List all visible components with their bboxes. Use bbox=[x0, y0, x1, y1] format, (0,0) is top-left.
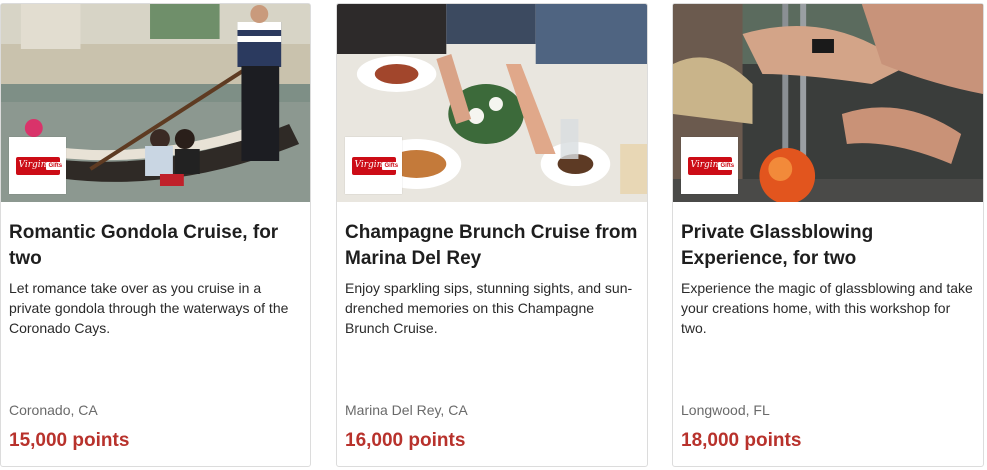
card-location: Longwood, FL bbox=[681, 402, 770, 418]
card-description: Let romance take over as you cruise in a… bbox=[9, 280, 289, 336]
experience-grid: Virgin Gifts Romantic Gondola Cruise, fo… bbox=[0, 0, 987, 470]
card-description: Experience the magic of glassblowing and… bbox=[681, 280, 973, 336]
card-title[interactable]: Romantic Gondola Cruise, for two bbox=[9, 220, 302, 272]
card-points: 15,000 points bbox=[9, 430, 130, 451]
card-points: 18,000 points bbox=[681, 430, 802, 451]
card-location: Coronado, CA bbox=[9, 402, 98, 418]
glassblowing-photo[interactable]: Virgin Gifts bbox=[673, 4, 983, 202]
card-points: 16,000 points bbox=[345, 430, 466, 451]
virgin-gifts-logo: Virgin Gifts bbox=[345, 137, 402, 194]
card-location: Marina Del Rey, CA bbox=[345, 402, 468, 418]
brunch-photo[interactable]: Virgin Gifts bbox=[337, 4, 647, 202]
card-description: Enjoy sparkling sips, stunning sights, a… bbox=[345, 280, 633, 336]
gondola-photo[interactable]: Virgin Gifts bbox=[1, 4, 310, 202]
card-title[interactable]: Private Glassblowing Experience, for two bbox=[681, 220, 975, 272]
experience-card-brunch[interactable]: Virgin Gifts Champagne Brunch Cruise fro… bbox=[336, 3, 648, 467]
experience-card-glassblowing[interactable]: Virgin Gifts Private Glassblowing Experi… bbox=[672, 3, 984, 467]
virgin-gifts-logo: Virgin Gifts bbox=[681, 137, 738, 194]
experience-card-gondola[interactable]: Virgin Gifts Romantic Gondola Cruise, fo… bbox=[0, 3, 311, 467]
card-title[interactable]: Champagne Brunch Cruise from Marina Del … bbox=[345, 220, 639, 272]
virgin-gifts-logo: Virgin Gifts bbox=[9, 137, 66, 194]
